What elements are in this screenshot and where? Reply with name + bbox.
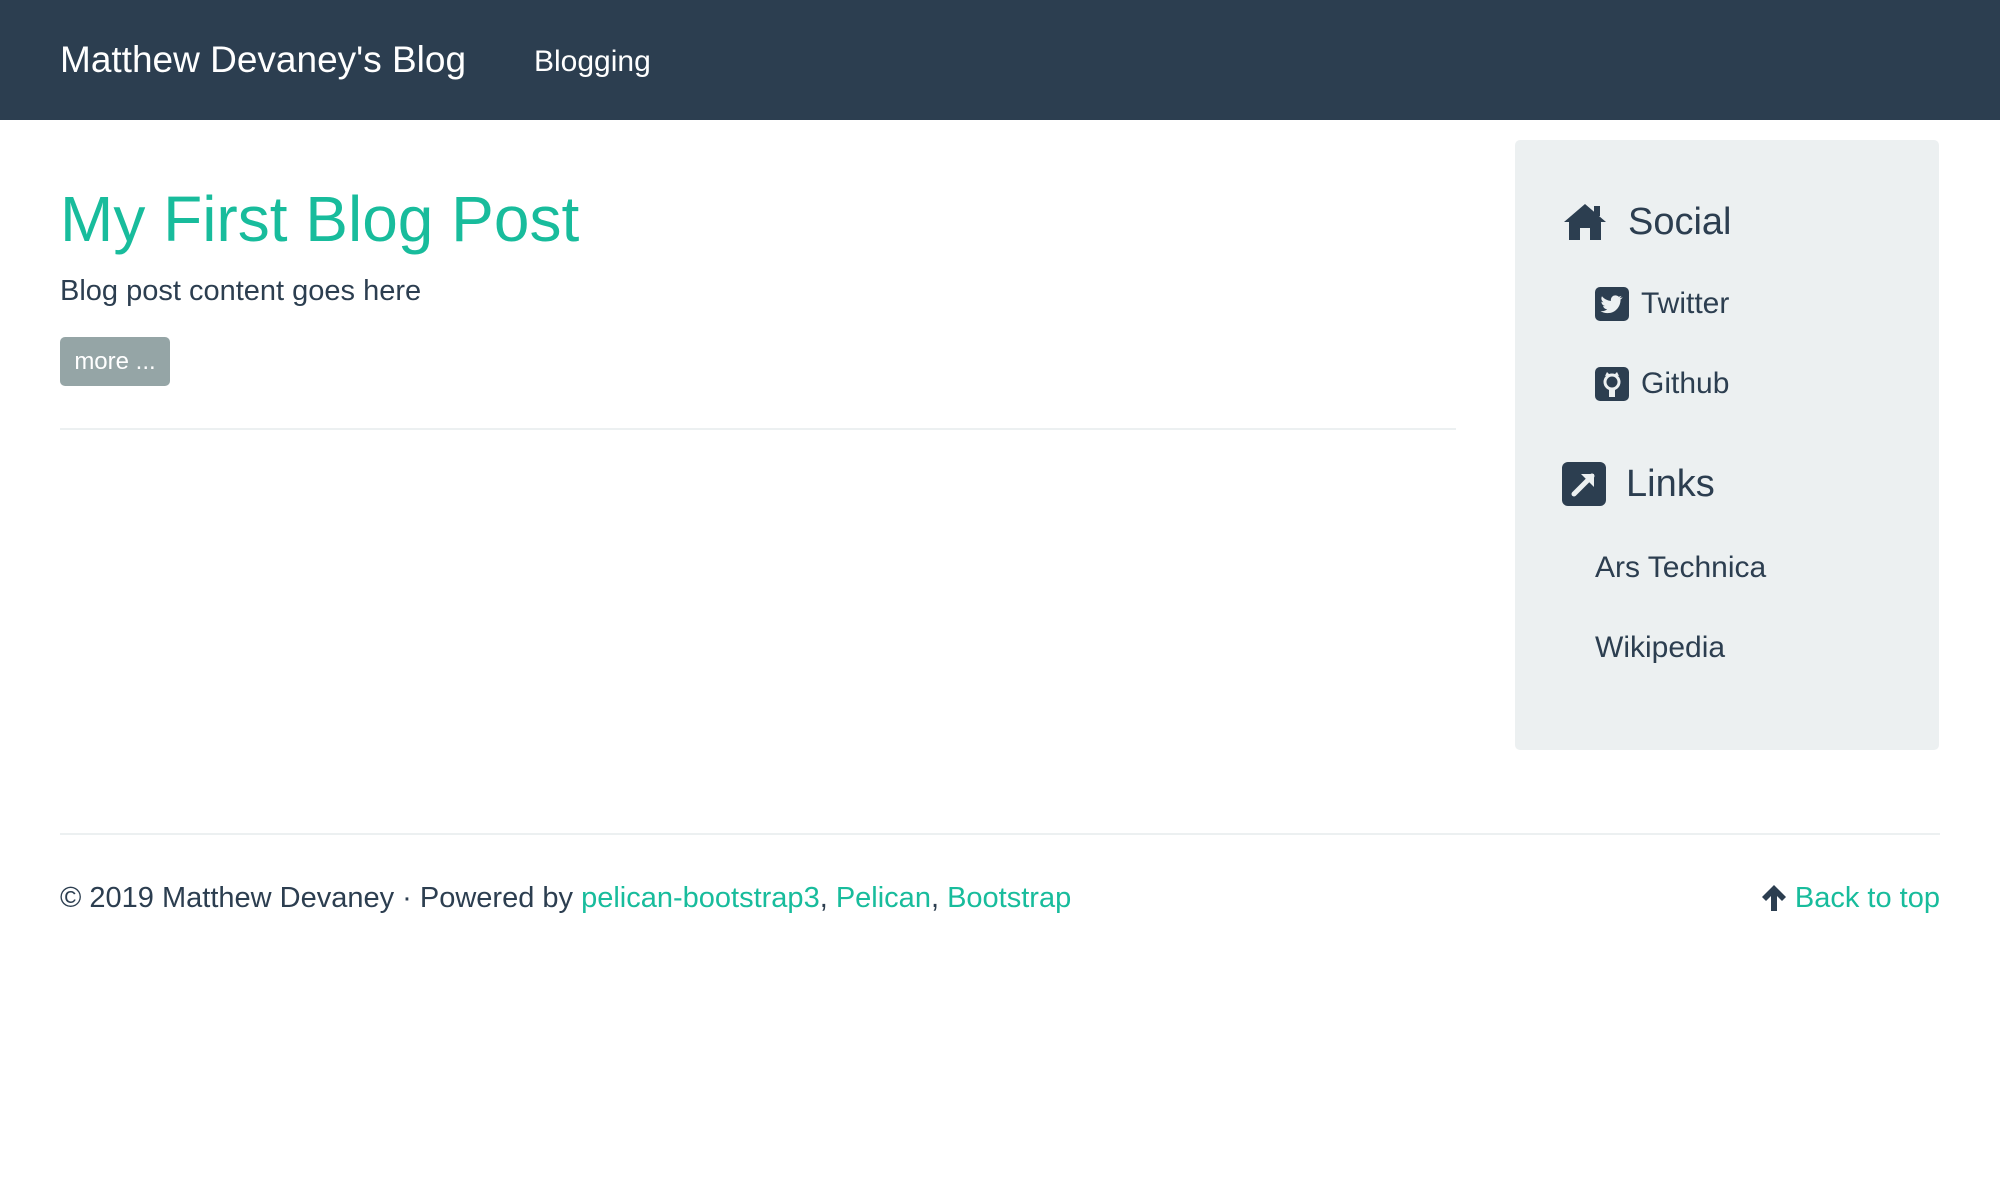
- post-summary: Blog post content goes here: [60, 275, 422, 307]
- sidebar-item-github-label: Github: [1641, 367, 1730, 400]
- sidebar-heading-social-label: Social: [1628, 201, 1732, 243]
- sidebar-heading-social: Social: [1562, 200, 1732, 244]
- site-brand-link[interactable]: Matthew Devaney's Blog: [60, 38, 466, 82]
- arrow-up-icon: [1761, 884, 1787, 912]
- sidebar-heading-links-label: Links: [1626, 463, 1715, 505]
- sidebar-item-twitter-label: Twitter: [1641, 287, 1730, 320]
- post-divider: [60, 428, 1456, 430]
- home-icon: [1562, 202, 1608, 242]
- footer-link-pelican[interactable]: Pelican: [836, 882, 931, 914]
- footer-separator: ,: [930, 882, 948, 914]
- sidebar-item-ars-technica[interactable]: Ars Technica: [1595, 550, 1766, 586]
- back-to-top-label: Back to top: [1794, 882, 1940, 914]
- sidebar-item-twitter[interactable]: Twitter: [1595, 286, 1729, 322]
- sidebar-item-github[interactable]: Github: [1595, 366, 1729, 402]
- footer-divider: [60, 833, 1940, 835]
- navbar: Matthew Devaney's Blog Blogging: [0, 0, 2000, 120]
- twitter-square-icon: [1595, 287, 1629, 321]
- github-square-icon: [1595, 367, 1629, 401]
- footer-link-bootstrap[interactable]: Bootstrap: [947, 882, 1071, 914]
- nav-link-blogging[interactable]: Blogging: [534, 44, 651, 80]
- footer-copyright: © 2019 Matthew Devaney · Powered by: [60, 882, 582, 914]
- more-button[interactable]: more ...: [60, 337, 170, 386]
- sidebar-item-wikipedia[interactable]: Wikipedia: [1595, 630, 1725, 666]
- back-to-top-link[interactable]: Back to top: [1761, 880, 1940, 916]
- external-link-square-icon: [1562, 462, 1606, 506]
- footer-separator: ,: [819, 882, 836, 914]
- sidebar-heading-links: Links: [1562, 462, 1715, 506]
- footer-link-pelican-bootstrap3[interactable]: pelican-bootstrap3: [581, 882, 820, 914]
- footer-credits: © 2019 Matthew Devaney · Powered by peli…: [60, 880, 1071, 916]
- sidebar: Social Twitter Github Links Ars Technica…: [1515, 140, 1939, 750]
- post-title-link[interactable]: My First Blog Post: [60, 180, 579, 258]
